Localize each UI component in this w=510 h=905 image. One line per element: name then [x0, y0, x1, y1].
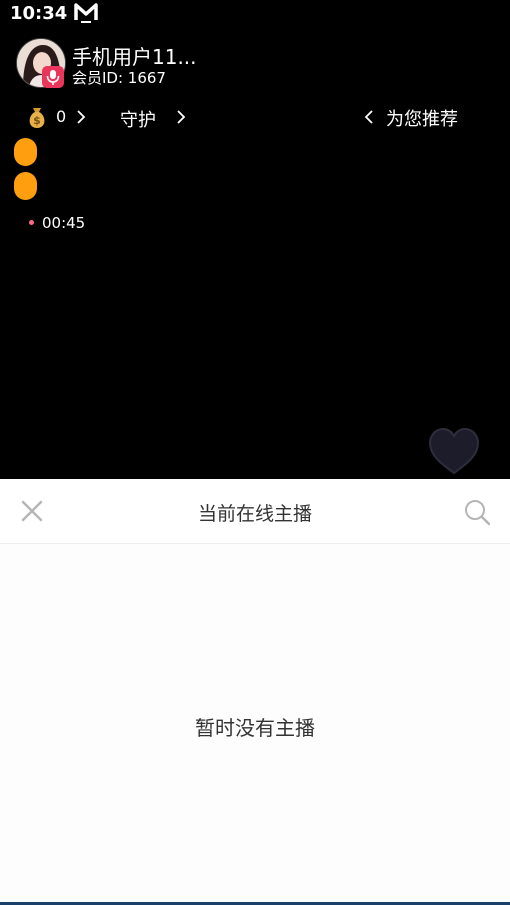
anchor-info[interactable]: 手机用户11... 会员ID: 1667 — [16, 38, 316, 90]
money-bag-icon[interactable]: $ — [24, 104, 50, 130]
live-indicator — [14, 172, 37, 200]
stats-row: $ 0 守护 — [24, 104, 204, 132]
recording-dot — [29, 220, 34, 225]
coin-count: 0 — [56, 107, 67, 126]
live-indicator — [14, 138, 37, 166]
chevron-right-icon[interactable] — [74, 108, 88, 126]
heart-icon[interactable] — [426, 425, 482, 477]
online-anchors-panel: 当前在线主播 暂时没有主播 — [0, 479, 510, 905]
empty-message: 暂时没有主播 — [195, 716, 315, 740]
panel-header: 当前在线主播 — [0, 479, 510, 544]
recommend-label: 为您推荐 — [386, 109, 458, 130]
guard-button[interactable]: 守护 — [120, 106, 156, 132]
anchor-name: 手机用户11... — [72, 45, 197, 69]
chevron-left-icon — [364, 110, 373, 124]
microphone-icon — [46, 70, 60, 85]
live-badge — [42, 66, 64, 88]
status-bar: 10:34 — [0, 0, 510, 28]
panel-title: 当前在线主播 — [197, 503, 312, 525]
search-icon[interactable] — [462, 497, 492, 527]
recommend-button[interactable]: 为您推荐 — [362, 104, 482, 132]
live-timer: 00:45 — [42, 214, 86, 232]
member-id: 会员ID: 1667 — [72, 69, 166, 87]
m-app-icon — [74, 3, 98, 23]
chevron-right-icon[interactable] — [174, 108, 188, 126]
status-time: 10:34 — [10, 3, 68, 24]
svg-text:$: $ — [33, 114, 41, 127]
